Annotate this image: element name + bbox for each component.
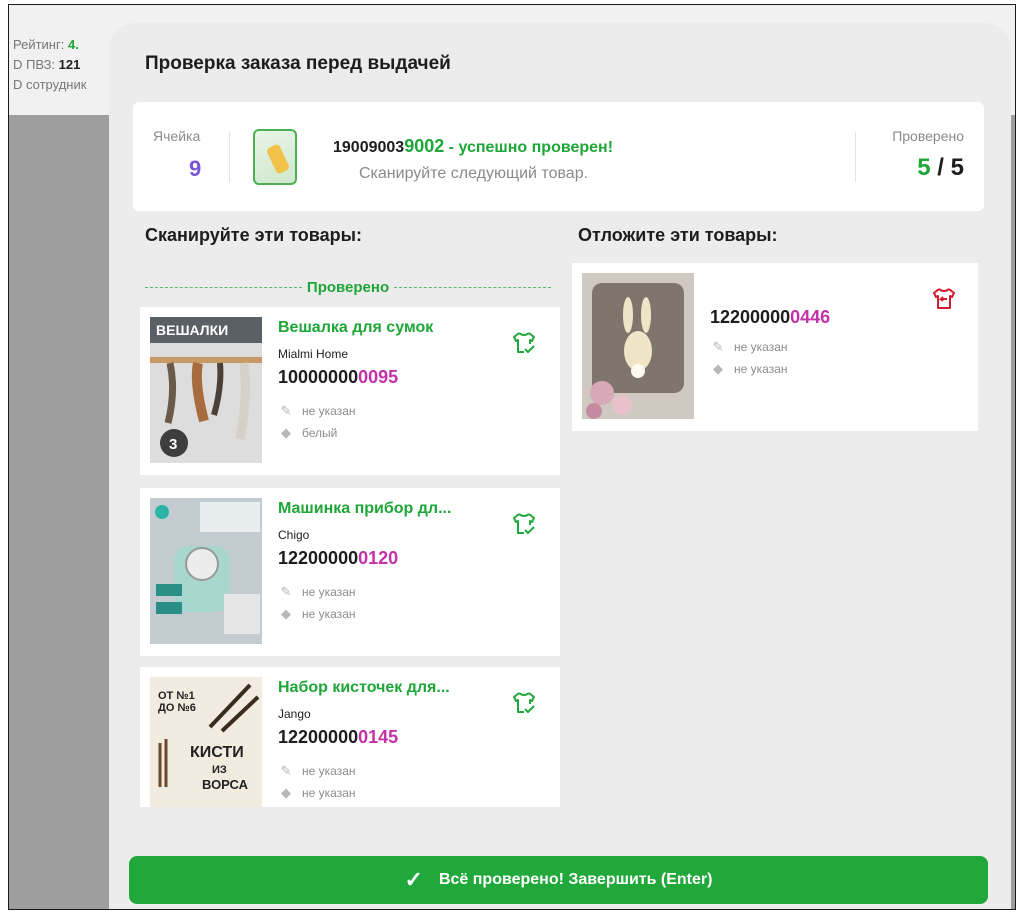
ruler-icon: ✎ (280, 584, 292, 599)
product-color-value: не указан (302, 607, 356, 621)
shirt-check-icon (513, 692, 535, 714)
product-size: ✎ не указан (278, 763, 356, 779)
pvz-label: D ПВЗ: (13, 57, 56, 72)
product-code-prefix: 12200000 (710, 307, 791, 327)
product-name: Машинка прибор дл... (278, 500, 452, 517)
ruler-icon: ✎ (280, 403, 292, 418)
image-caption: ИЗ (212, 764, 227, 776)
image-caption: ОТ №1 (158, 690, 195, 702)
cell-number: 9 (189, 156, 202, 181)
checked-counter: 5 / 5 (917, 154, 964, 182)
product-code-prefix: 12200000 (278, 548, 359, 568)
product-code: 122000000120 (278, 548, 398, 569)
product-image: ВЕШАЛКИ 3 (150, 317, 262, 463)
product-code-tail: 0095 (358, 367, 399, 387)
product-code-prefix: 12200000 (278, 727, 359, 747)
scan-column-title: Сканируйте эти товары: (145, 225, 362, 245)
product-brand: Chigo (278, 528, 310, 542)
product-image (582, 273, 694, 419)
paint-drop-icon: ◆ (281, 785, 291, 800)
product-code-tail: 0446 (790, 307, 831, 327)
setaside-item-card[interactable]: 122000000446 ✎ не указан ◆ не указан (572, 263, 978, 431)
product-brand: Mialmi Home (278, 347, 349, 361)
checked-separator-line: Проверено (145, 278, 552, 296)
product-size-value: не указан (734, 340, 788, 354)
shirt-return-icon (933, 288, 955, 309)
checked-total: 5 (950, 154, 964, 181)
product-size-value: не указан (302, 585, 356, 599)
pvz-value: 121 (58, 57, 81, 72)
scan-item-card[interactable]: Машинка прибор дл... Chigo 122000000120 … (140, 488, 560, 656)
scan-status-panel: Ячейка 9 190090039002 - успешно проверен… (133, 102, 984, 211)
image-badge: 3 (169, 436, 177, 453)
image-caption: ВОРСА (202, 777, 249, 792)
product-size: ✎ не указан (278, 584, 356, 600)
app-frame: Рейтинг: 4. D ПВЗ: 121 D сотрудник Прове… (8, 4, 1016, 910)
shirt-check-icon (513, 332, 535, 354)
product-color-value: не указан (302, 786, 356, 800)
finish-button[interactable]: ✓ Всё проверено! Завершить (Enter) (129, 856, 988, 904)
pvz-row: D ПВЗ: 121 (13, 55, 86, 75)
ruler-icon: ✎ (280, 763, 292, 778)
product-code-prefix: 10000000 (278, 367, 359, 387)
product-color-value: не указан (734, 362, 788, 376)
rating-label: Рейтинг: (13, 37, 65, 52)
image-caption: КИСТИ (190, 744, 244, 761)
product-color: ◆ не указан (710, 361, 788, 377)
product-name: Набор кисточек для... (278, 679, 450, 696)
scan-success-message: - успешно проверен! (444, 139, 614, 156)
product-color: ◆ белый (278, 425, 337, 441)
setaside-column-title: Отложите эти товары: (578, 225, 778, 245)
product-code-tail: 0145 (358, 727, 399, 747)
scan-result: 190090039002 - успешно проверен! (333, 136, 613, 157)
image-caption: ВЕШАЛКИ (156, 322, 228, 338)
checked-done: 5 (917, 154, 931, 181)
product-size-value: не указан (302, 404, 356, 418)
scanned-code-tail: 9002 (404, 136, 445, 156)
modal-title: Проверка заказа перед выдачей (145, 53, 451, 74)
checked-separator-label: Проверено (306, 278, 390, 296)
paint-drop-icon: ◆ (713, 361, 723, 376)
product-brand: Jango (278, 707, 311, 721)
finish-button-label: Всё проверено! Завершить (Enter) (438, 871, 713, 888)
product-color: ◆ не указан (278, 606, 356, 622)
product-code: 122000000446 (710, 307, 830, 328)
shirt-check-icon (513, 513, 535, 535)
scanned-code-prefix: 19009003 (333, 139, 405, 156)
divider (855, 132, 856, 182)
rating-row: Рейтинг: 4. (13, 35, 86, 55)
scan-hint: Сканируйте следующий товар. (359, 165, 589, 182)
scan-item-card[interactable]: ВЕШАЛКИ 3 Вешалка для сумок Mialmi Home … (140, 307, 560, 475)
divider (229, 132, 230, 182)
ruler-icon: ✎ (712, 339, 724, 354)
product-color-value: белый (302, 426, 338, 440)
product-image: ОТ №1 ДО №6 КИСТИ ИЗ ВОРСА (150, 677, 262, 807)
product-code: 100000000095 (278, 367, 398, 388)
background-info: Рейтинг: 4. D ПВЗ: 121 D сотрудник (13, 35, 86, 95)
cell-label: Ячейка (153, 128, 201, 144)
product-image (150, 498, 262, 644)
product-size-value: не указан (302, 764, 356, 778)
product-code: 122000000145 (278, 727, 398, 748)
scanned-product-thumbnail (253, 129, 297, 185)
image-caption: ДО №6 (158, 702, 196, 714)
product-size: ✎ не указан (710, 339, 788, 355)
checkmark-icon: ✓ (404, 867, 423, 892)
product-size: ✎ не указан (278, 403, 356, 419)
rating-value: 4. (67, 37, 79, 52)
paint-drop-icon: ◆ (281, 606, 291, 621)
product-name: Вешалка для сумок (278, 319, 434, 336)
checked-separator: / (930, 154, 951, 181)
checked-label: Проверено (892, 128, 964, 144)
scan-item-card[interactable]: ОТ №1 ДО №6 КИСТИ ИЗ ВОРСА Набор кисточе… (140, 667, 560, 807)
product-code-tail: 0120 (358, 548, 399, 568)
paint-drop-icon: ◆ (281, 425, 291, 440)
order-check-modal: Проверка заказа перед выдачей Ячейка 9 1… (109, 23, 1011, 909)
employee-label: D сотрудник (13, 77, 87, 92)
product-color: ◆ не указан (278, 785, 356, 801)
